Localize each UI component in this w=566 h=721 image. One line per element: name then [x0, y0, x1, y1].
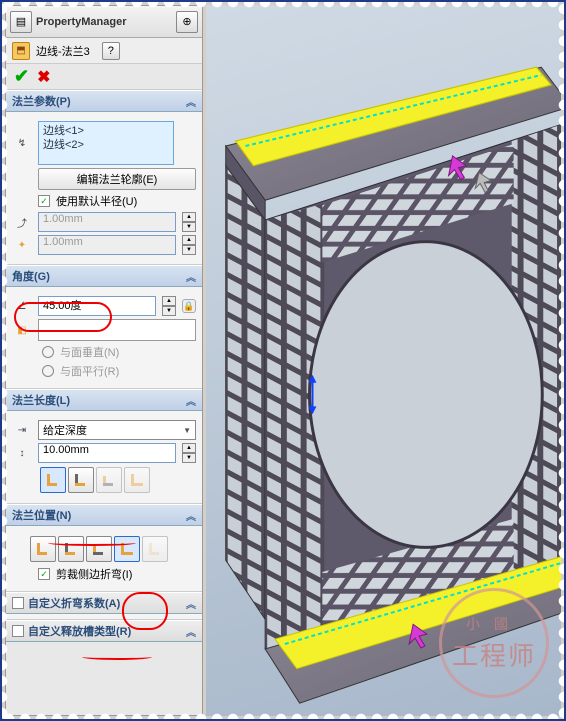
length-spinner[interactable]: ▲▼	[182, 443, 196, 463]
confirm-row: ✔ ✖	[6, 64, 202, 90]
list-item[interactable]: 边线<1>	[43, 124, 169, 138]
face-ref-icon: ◧	[12, 320, 32, 340]
chevron-up-icon: ︽	[186, 508, 196, 523]
section-header-params[interactable]: 法兰参数(P)︽	[6, 90, 202, 112]
position-material-inside[interactable]	[30, 536, 56, 562]
ok-button[interactable]: ✔	[14, 66, 29, 87]
edge-selection-icon: ↯	[12, 133, 32, 153]
section-body-length: ⇥ 给定深度▼ ↕ 10.00mm ▲▼	[6, 411, 202, 504]
face-ref-input[interactable]	[38, 319, 196, 341]
feature-name: 边线-法兰3	[36, 43, 90, 59]
gap-icon: ✦	[12, 235, 32, 255]
section-header-custom-relief[interactable]: ✓ 自定义释放槽类型(R)︽	[6, 620, 202, 642]
bend-radius-icon: ⤴	[12, 212, 32, 232]
use-default-radius-label: 使用默认半径(U)	[56, 193, 137, 209]
section-body-position: ✓ 剪裁侧边折弯(I)	[6, 526, 202, 592]
help-button[interactable]: ?	[102, 42, 120, 60]
radio-perpendicular-label: 与面垂直(N)	[60, 344, 119, 360]
length-type-3	[96, 467, 122, 493]
section-header-custom-bend[interactable]: ✓ 自定义折弯系数(A)︽	[6, 592, 202, 614]
radio-perpendicular	[42, 346, 54, 358]
position-type-strip	[30, 536, 196, 562]
radius1-spinner[interactable]: ▲▼	[182, 212, 196, 232]
length-type-1[interactable]	[40, 467, 66, 493]
radius2-input: 1.00mm	[38, 235, 176, 255]
position-virtual-sharp[interactable]	[114, 536, 140, 562]
length-type-strip	[40, 467, 196, 493]
custom-relief-checkbox[interactable]: ✓	[12, 625, 24, 637]
section-header-length[interactable]: 法兰长度(L)︽	[6, 389, 202, 411]
end-condition-dropdown[interactable]: 给定深度▼	[38, 420, 196, 440]
flange-feature-icon: ⬒	[12, 42, 30, 60]
length-type-4	[124, 467, 150, 493]
angle-input[interactable]: 45.00度	[38, 296, 156, 316]
watermark: 小國 工程师	[439, 588, 549, 698]
property-manager-panel: ▤ PropertyManager ⊕ ⬒ 边线-法兰3 ? ✔ ✖ 法兰参数(…	[5, 5, 203, 716]
length-icon: ↕	[12, 443, 32, 463]
position-tangent	[142, 536, 168, 562]
section-body-params: ↯ 边线<1> 边线<2> 编辑法兰轮廓(E) ✓ 使用默认半径(U) ⤴ 1.…	[6, 112, 202, 265]
radius1-input: 1.00mm	[38, 212, 176, 232]
custom-bend-checkbox[interactable]: ✓	[12, 597, 24, 609]
section-body-angle: ∠ 45.00度 ▲▼ 🔒 ◧ 与面垂直(N) 与面平行(R)	[6, 287, 202, 389]
edit-profile-button[interactable]: 编辑法兰轮廓(E)	[38, 168, 196, 190]
chevron-up-icon: ︽	[186, 393, 196, 408]
section-header-angle[interactable]: 角度(G)︽	[6, 265, 202, 287]
list-item[interactable]: 边线<2>	[43, 138, 169, 152]
radio-parallel-label: 与面平行(R)	[60, 363, 119, 379]
length-input[interactable]: 10.00mm	[38, 443, 176, 463]
panel-title: PropertyManager	[36, 16, 126, 28]
position-material-outside[interactable]	[58, 536, 84, 562]
feature-name-row: ⬒ 边线-法兰3 ?	[6, 38, 202, 64]
trim-side-bends-label: 剪裁侧边折弯(I)	[56, 566, 132, 582]
position-bend-outside[interactable]	[86, 536, 112, 562]
chevron-up-icon: ︽	[186, 269, 196, 284]
chevron-down-icon: ▼	[183, 426, 191, 435]
graphics-viewport[interactable]: 小國 工程师	[206, 5, 561, 716]
radio-parallel	[42, 365, 54, 377]
lock-icon[interactable]: 🔒	[182, 299, 196, 313]
panel-titlebar: ▤ PropertyManager ⊕	[6, 6, 202, 38]
chevron-up-icon: ︽	[186, 94, 196, 109]
radius2-spinner[interactable]: ▲▼	[182, 235, 196, 255]
use-default-radius-checkbox[interactable]: ✓	[38, 195, 50, 207]
angle-spinner[interactable]: ▲▼	[162, 296, 176, 316]
edge-list[interactable]: 边线<1> 边线<2>	[38, 121, 174, 165]
chevron-up-icon: ︽	[186, 624, 196, 639]
section-header-position[interactable]: 法兰位置(N)︽	[6, 504, 202, 526]
length-type-2[interactable]	[68, 467, 94, 493]
cancel-button[interactable]: ✖	[37, 67, 50, 87]
chevron-up-icon: ︽	[186, 596, 196, 611]
angle-icon: ∠	[12, 296, 32, 316]
end-condition-icon: ⇥	[12, 420, 32, 440]
menu-button[interactable]: ▤	[10, 11, 32, 33]
pin-button[interactable]: ⊕	[176, 11, 198, 33]
trim-side-bends-checkbox[interactable]: ✓	[38, 568, 50, 580]
